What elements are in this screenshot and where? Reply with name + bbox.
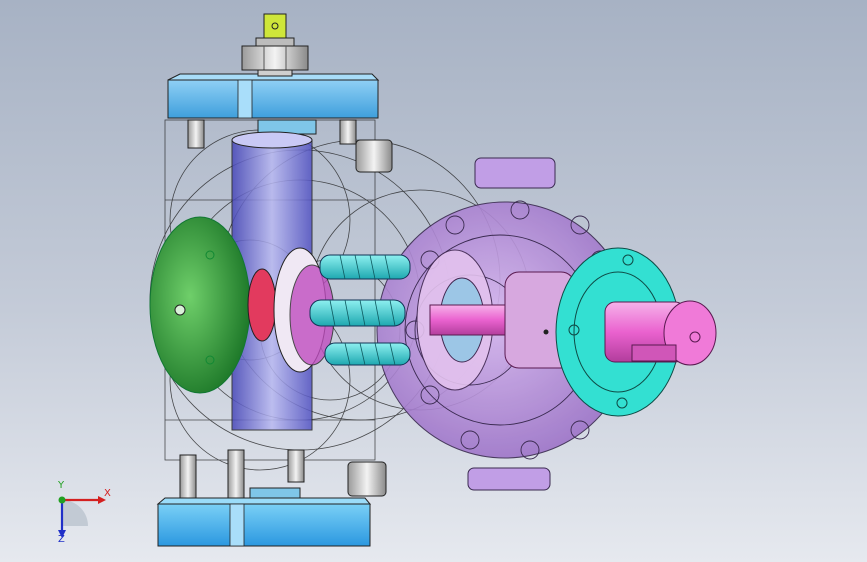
top-fitting[interactable] — [241, 13, 309, 77]
pump-assembly-model[interactable] — [0, 0, 867, 562]
red-seal-ring — [247, 268, 277, 342]
axis-triad: X Y Z — [40, 478, 120, 548]
y-axis-label: Y — [58, 480, 65, 491]
green-end-cover[interactable] — [149, 216, 251, 394]
top-cap-plate[interactable] — [167, 73, 380, 119]
bottom-cap-plate[interactable] — [156, 497, 372, 547]
3d-viewport[interactable]: X Y Z — [0, 0, 867, 562]
x-axis-label: X — [104, 488, 111, 499]
z-axis-label: Z — [58, 534, 65, 545]
bottom-studs — [179, 449, 387, 502]
shaft-end[interactable] — [604, 300, 717, 366]
